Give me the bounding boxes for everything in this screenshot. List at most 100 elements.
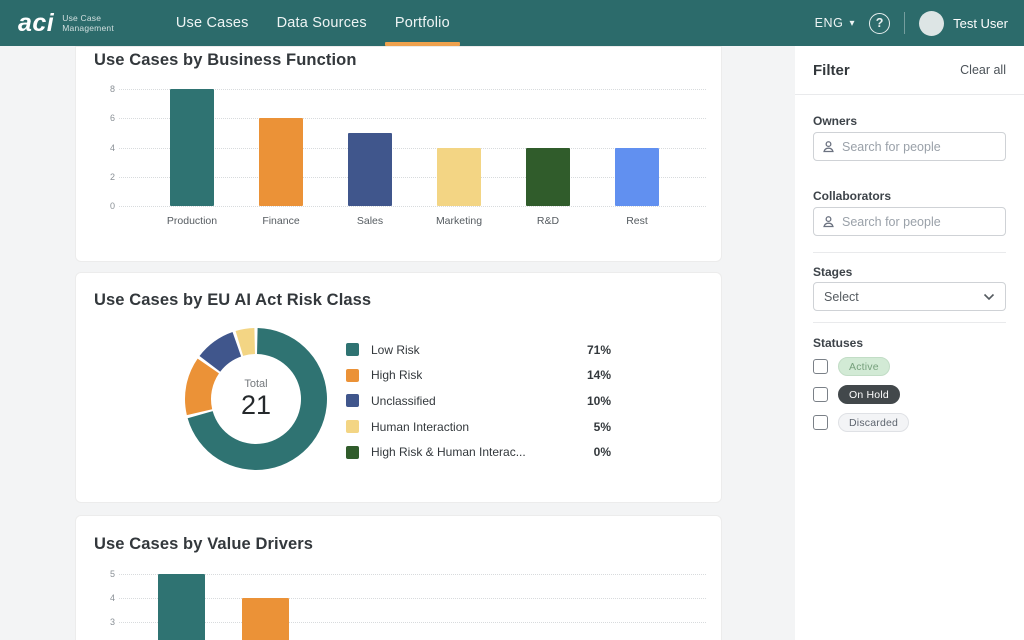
- legend-percentage: 10%: [587, 394, 611, 408]
- gridline: [119, 598, 706, 599]
- stages-select[interactable]: Select: [813, 282, 1006, 311]
- logo-text-line2: Management: [62, 23, 114, 33]
- nav-item-data-sources[interactable]: Data Sources: [263, 0, 381, 46]
- legend-percentage: 71%: [587, 343, 611, 357]
- filter-panel: Filter Clear all Owners Collaborators St…: [795, 46, 1024, 640]
- stages-label: Stages: [813, 265, 852, 279]
- y-axis-tick: 4: [85, 593, 115, 603]
- chevron-down-icon: ▾: [849, 18, 855, 29]
- nav-item-label: Data Sources: [277, 15, 367, 31]
- chart-card-business-function: Use Cases by Business Function 02468Prod…: [75, 46, 722, 262]
- collaborators-search-input[interactable]: [842, 215, 997, 229]
- app-logo[interactable]: aci Use Case Management: [18, 11, 114, 36]
- user-name: Test User: [953, 16, 1008, 31]
- status-row-discarded: Discarded: [813, 413, 909, 432]
- nav-item-use-cases[interactable]: Use Cases: [162, 0, 263, 46]
- help-icon[interactable]: ?: [869, 13, 890, 34]
- legend-row: High Risk 14%: [346, 363, 611, 389]
- status-badge: On Hold: [838, 385, 900, 404]
- nav-item-portfolio[interactable]: Portfolio: [381, 0, 464, 46]
- legend-swatch: [346, 343, 359, 356]
- x-axis-label: Marketing: [415, 215, 504, 227]
- legend-percentage: 14%: [587, 368, 611, 382]
- y-axis-tick: 6: [85, 113, 115, 123]
- logo-text-line1: Use Case: [62, 13, 114, 23]
- chart-title: Use Cases by EU AI Act Risk Class: [94, 291, 371, 310]
- bar-Finance: [259, 118, 303, 206]
- top-navbar: aci Use Case Management Use Cases Data So…: [0, 0, 1024, 46]
- gridline: [119, 206, 706, 207]
- y-axis-tick: 5: [85, 569, 115, 579]
- legend-percentage: 5%: [594, 420, 611, 434]
- donut-chart: Total 21: [181, 324, 331, 474]
- status-badge: Active: [838, 357, 890, 376]
- legend-row: Low Risk 71%: [346, 337, 611, 363]
- section-divider: [813, 322, 1006, 323]
- filter-title: Filter: [813, 62, 850, 79]
- legend-percentage: 0%: [594, 445, 611, 459]
- legend-swatch: [346, 369, 359, 382]
- x-axis-label: R&D: [504, 215, 593, 227]
- legend-row: Human Interaction 5%: [346, 414, 611, 440]
- bar-1: [242, 598, 289, 640]
- section-divider: [813, 252, 1006, 253]
- y-axis-tick: 3: [85, 617, 115, 627]
- x-axis-label: Rest: [593, 215, 682, 227]
- bar-R&D: [526, 148, 570, 206]
- chevron-down-icon: [983, 293, 995, 301]
- x-axis-label: Finance: [237, 215, 326, 227]
- legend-row: Unclassified 10%: [346, 388, 611, 414]
- status-checkbox-discarded[interactable]: [813, 415, 828, 430]
- owners-search-box: [813, 132, 1006, 161]
- donut-svg: [181, 324, 331, 474]
- donut-legend: Low Risk 71% High Risk 14% Unclassified 10% Hu…: [346, 337, 611, 465]
- filter-header: Filter Clear all: [795, 46, 1024, 95]
- avatar: [919, 11, 944, 36]
- app-screen: aci Use Case Management Use Cases Data So…: [0, 0, 1024, 640]
- collaborators-search-box: [813, 207, 1006, 236]
- legend-label: Human Interaction: [371, 420, 469, 434]
- logo-text: Use Case Management: [62, 13, 114, 33]
- bar-Sales: [348, 133, 392, 206]
- y-axis-tick: 2: [85, 172, 115, 182]
- logo-mark: aci: [18, 11, 54, 36]
- legend-swatch: [346, 446, 359, 459]
- collaborators-label: Collaborators: [813, 189, 891, 203]
- bar-Marketing: [437, 148, 481, 206]
- bar-Production: [170, 89, 214, 206]
- legend-swatch: [346, 394, 359, 407]
- status-checkbox-on-hold[interactable]: [813, 387, 828, 402]
- x-axis-label: Sales: [326, 215, 415, 227]
- legend-label: High Risk: [371, 368, 422, 382]
- status-row-on-hold: On Hold: [813, 385, 909, 404]
- navbar-divider: [904, 12, 905, 34]
- user-menu[interactable]: Test User: [919, 11, 1008, 36]
- y-axis-tick: 8: [85, 84, 115, 94]
- y-axis-tick: 0: [85, 201, 115, 211]
- clear-all-button[interactable]: Clear all: [960, 63, 1006, 77]
- chart-card-risk-class: Use Cases by EU AI Act Risk Class Total …: [75, 272, 722, 503]
- language-label: ENG: [815, 16, 844, 30]
- donut-segment-high-risk: [185, 359, 219, 416]
- legend-swatch: [346, 420, 359, 433]
- language-selector[interactable]: ENG ▾: [815, 16, 856, 30]
- legend-row: High Risk & Human Interac... 0%: [346, 439, 611, 465]
- main-nav: Use Cases Data Sources Portfolio: [162, 0, 464, 46]
- status-badge: Discarded: [838, 413, 909, 432]
- y-axis-tick: 4: [85, 143, 115, 153]
- legend-label: Unclassified: [371, 394, 436, 408]
- bar-chart-business-function: 02468ProductionFinanceSalesMarketingR&DR…: [76, 47, 721, 261]
- bar-0: [158, 574, 205, 640]
- bar-chart-value-drivers: 3 4 5: [76, 516, 721, 640]
- owners-label: Owners: [813, 114, 857, 128]
- navbar-right: ENG ▾ ? Test User: [815, 11, 1008, 36]
- legend-label: Low Risk: [371, 343, 420, 357]
- gridline: [119, 622, 706, 623]
- person-icon: [822, 215, 835, 228]
- status-row-active: Active: [813, 357, 909, 376]
- nav-item-label: Portfolio: [395, 15, 450, 31]
- owners-search-input[interactable]: [842, 140, 997, 154]
- legend-label: High Risk & Human Interac...: [371, 445, 526, 459]
- person-icon: [822, 140, 835, 153]
- status-checkbox-active[interactable]: [813, 359, 828, 374]
